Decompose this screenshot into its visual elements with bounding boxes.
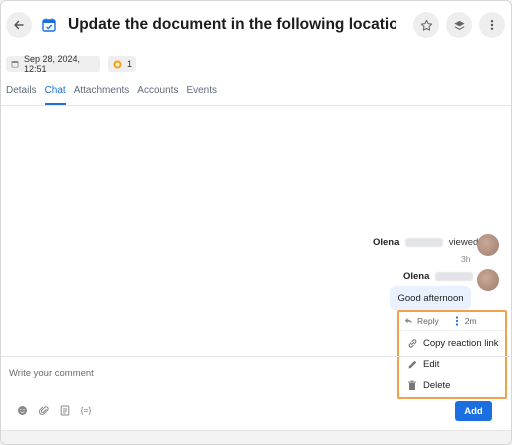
layers-button[interactable] (446, 12, 472, 38)
reply-label: Reply (417, 316, 439, 326)
tab-chat[interactable]: Chat (44, 83, 66, 105)
comment-input[interactable] (9, 363, 389, 383)
layers-icon (453, 20, 465, 30)
tab-attachments[interactable]: Attachments (74, 83, 130, 105)
link-icon (406, 338, 418, 349)
reply-button[interactable]: Reply (404, 316, 439, 326)
coin-icon (113, 60, 122, 69)
document-icon (60, 405, 70, 415)
message-actions-header: Reply 2m (399, 312, 505, 331)
author-name: Olena (403, 271, 430, 282)
edit-label: Edit (423, 358, 440, 370)
pencil-icon (406, 359, 418, 370)
message-author: Olena (403, 271, 474, 282)
count-chip: 1 (108, 56, 136, 72)
avatar (477, 234, 499, 256)
message-bubble[interactable]: Good afternoon (390, 286, 471, 310)
paperclip-icon (39, 405, 49, 415)
header: Update the document in the following loc… (1, 1, 511, 49)
arrow-left-icon (14, 20, 24, 30)
more-vertical-icon (490, 20, 494, 30)
date-text: Sep 28, 2024, 12:51 (24, 54, 81, 74)
tab-details[interactable]: Details (6, 83, 37, 105)
calendar-check-icon (42, 18, 56, 32)
more-vertical-icon (455, 316, 458, 326)
favorite-button[interactable] (413, 12, 439, 38)
bottom-strip (1, 430, 511, 444)
copy-reaction-link-label: Copy reaction link (423, 337, 499, 349)
more-options-button[interactable] (479, 12, 505, 38)
add-button[interactable]: Add (455, 401, 492, 421)
tab-events[interactable]: Events (186, 83, 217, 105)
viewer-name: Olena (373, 237, 400, 248)
emoji-button[interactable] (16, 404, 28, 416)
viewed-event: Olena viewed (373, 237, 478, 248)
task-chat-window: Update the document in the following loc… (0, 0, 512, 445)
composer-divider (1, 356, 511, 357)
tab-bar: Details Chat Attachments Accounts Events (6, 83, 225, 105)
copy-reaction-link-item[interactable]: Copy reaction link (399, 333, 505, 353)
emoji-icon (17, 405, 27, 415)
blurred-surname (405, 237, 444, 247)
message-options-button[interactable] (455, 316, 459, 326)
viewed-action: viewed (448, 237, 479, 248)
edit-item[interactable]: Edit (399, 354, 505, 374)
trash-icon (406, 380, 418, 391)
message-timestamp: 2m (464, 316, 477, 326)
delete-label: Delete (423, 379, 451, 391)
tabs-divider (1, 105, 511, 106)
tab-accounts[interactable]: Accounts (137, 83, 178, 105)
back-button[interactable] (6, 12, 32, 38)
star-icon (420, 19, 432, 31)
template-button[interactable] (59, 404, 71, 416)
blurred-surname (435, 271, 474, 281)
reply-icon (404, 318, 413, 324)
viewed-timestamp: 3h (461, 254, 471, 264)
calendar-icon (11, 60, 19, 68)
delete-item[interactable]: Delete (399, 375, 505, 395)
insert-variable-button[interactable]: {=} (78, 404, 94, 416)
count-text: 1 (127, 59, 133, 69)
attach-button[interactable] (38, 404, 50, 416)
message-actions-menu: Reply 2m Copy reaction link Edit Delete (397, 310, 507, 399)
date-chip: Sep 28, 2024, 12:51 (6, 54, 100, 74)
avatar (477, 269, 499, 291)
page-title: Update the document in the following loc… (68, 16, 396, 33)
